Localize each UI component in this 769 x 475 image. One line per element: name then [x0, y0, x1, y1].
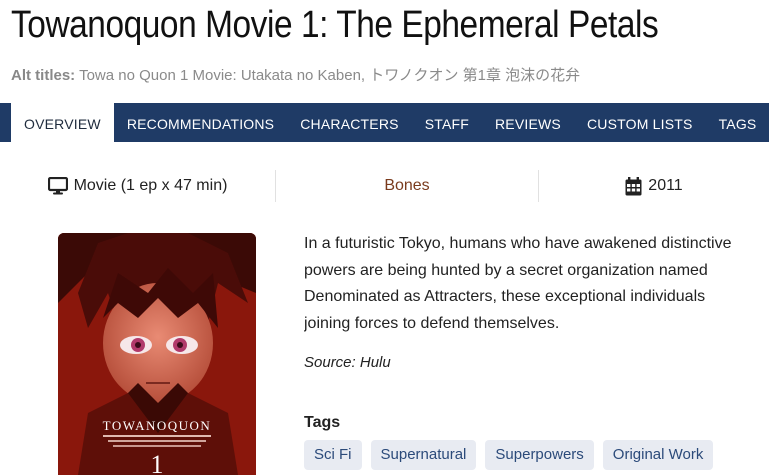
synopsis-line: powers are being hunted by a secret orga… — [304, 261, 708, 279]
alt-titles-label: Alt titles: — [11, 67, 76, 84]
tab-staff[interactable]: Staff — [412, 103, 482, 142]
monitor-icon — [47, 177, 68, 195]
studio-link[interactable]: Bones — [275, 170, 539, 202]
info-year-text: 2011 — [648, 177, 683, 194]
tab-characters[interactable]: Characters — [287, 103, 411, 142]
info-type-text: Movie (1 ep x 47 min) — [73, 177, 228, 194]
tag-sci-fi[interactable]: Sci Fi — [304, 440, 362, 470]
synopsis-line: In a futuristic Tokyo, humans who have a… — [304, 235, 732, 252]
tags-list: Sci Fi Supernatural Superpowers Original… — [304, 440, 714, 470]
anime-poster[interactable]: TOWANOQUON 1 — [58, 233, 256, 475]
studio-link-text[interactable]: Bones — [384, 177, 429, 195]
tag-supernatural[interactable]: Supernatural — [370, 440, 477, 470]
tab-reviews[interactable]: Reviews — [482, 103, 574, 142]
page-title: Towanoquon Movie 1: The Ephemeral Petals — [11, 4, 659, 46]
tab-recommendations[interactable]: Recommendations — [114, 103, 287, 142]
synopsis-line: joining forces to defend themselves. — [304, 314, 560, 332]
info-type: Movie (1 ep x 47 min) — [0, 170, 275, 202]
synopsis-line: Denominated as Attracters, these excepti… — [304, 288, 706, 305]
tag-superpowers[interactable]: Superpowers — [485, 440, 594, 470]
anime-nav-tabs: Overview Recommendations Characters Staf… — [0, 103, 769, 142]
calendar-icon — [625, 176, 642, 196]
tab-overview[interactable]: Overview — [11, 103, 114, 142]
info-year: 2011 — [539, 170, 769, 202]
poster-title-text: TOWANOQUON — [103, 418, 212, 433]
synopsis-source: Source: Hulu — [304, 354, 391, 371]
poster-artwork: TOWANOQUON 1 — [58, 233, 256, 475]
poster-volume-number: 1 — [151, 450, 164, 475]
tab-tags[interactable]: Tags — [706, 103, 769, 142]
info-row: Movie (1 ep x 47 min) Bones 2011 — [0, 170, 769, 202]
synopsis: In a futuristic Tokyo, humans who have a… — [304, 231, 769, 337]
alt-titles: Alt titles: Towa no Quon 1 Movie: Utakat… — [11, 64, 580, 85]
tag-original-work[interactable]: Original Work — [602, 440, 714, 470]
tab-custom-lists[interactable]: Custom Lists — [574, 103, 706, 142]
tags-heading: Tags — [304, 414, 341, 431]
alt-titles-text: Towa no Quon 1 Movie: Utakata no Kaben, … — [79, 67, 581, 84]
